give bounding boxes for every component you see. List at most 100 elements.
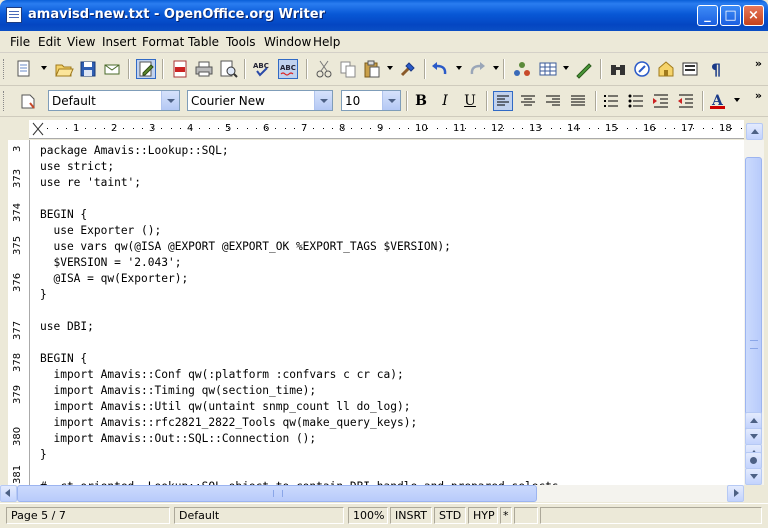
document-line[interactable]: package Amavis::Lookup::SQL; xyxy=(40,144,229,157)
scroll-left-icon[interactable] xyxy=(0,485,17,502)
undo-dropdown-arrow[interactable] xyxy=(456,66,462,70)
document-line[interactable]: $VERSION = '2.043'; xyxy=(40,256,181,269)
document-line[interactable]: import Amavis::Out::SQL::Connection (); xyxy=(40,432,316,445)
status-page-style[interactable]: Default xyxy=(174,507,344,524)
document-line[interactable]: BEGIN { xyxy=(40,352,87,365)
font-name-select[interactable]: Courier New xyxy=(187,90,333,111)
menu-help[interactable]: Help xyxy=(313,35,340,49)
title-bar[interactable]: amavisd-new.txt - OpenOffice.org Writer … xyxy=(0,0,768,31)
document-line[interactable]: import Amavis::Conf qw(:platform :confva… xyxy=(40,368,403,381)
open-folder-icon[interactable] xyxy=(54,59,74,79)
status-page[interactable]: Page 5 / 7 xyxy=(6,507,170,524)
autospellcheck-icon[interactable]: ABC xyxy=(278,59,298,79)
new-dropdown-arrow[interactable] xyxy=(41,66,47,70)
menu-view[interactable]: View xyxy=(67,35,95,49)
document-line[interactable]: use Exporter (); xyxy=(40,224,161,237)
datasources-icon[interactable] xyxy=(656,59,676,79)
navigator-icon[interactable] xyxy=(512,59,532,79)
writer-app-icon[interactable] xyxy=(6,7,22,23)
vertical-scroll-thumb[interactable] xyxy=(745,157,762,439)
copy-icon[interactable] xyxy=(338,59,358,79)
chevron-down-icon[interactable] xyxy=(161,91,179,110)
font-color-icon[interactable]: A xyxy=(708,91,728,111)
horizontal-scrollbar[interactable] xyxy=(0,485,744,502)
navigation-icon[interactable] xyxy=(745,452,762,469)
menu-insert[interactable]: Insert xyxy=(102,35,136,49)
edit-file-icon[interactable] xyxy=(136,59,156,79)
menu-format[interactable]: Format xyxy=(142,35,184,49)
styles-formatting-icon[interactable] xyxy=(18,91,38,111)
scroll-down-icon[interactable] xyxy=(745,428,762,445)
menu-edit[interactable]: Edit xyxy=(38,35,61,49)
spellcheck-icon[interactable]: ABC xyxy=(252,59,272,79)
page-preview-icon[interactable] xyxy=(218,59,238,79)
export-pdf-icon[interactable] xyxy=(170,59,190,79)
scroll-right-icon[interactable] xyxy=(727,485,744,502)
document-line[interactable]: BEGIN { xyxy=(40,208,87,221)
status-insert-mode[interactable]: INSRT xyxy=(390,507,432,524)
cut-icon[interactable] xyxy=(314,59,334,79)
document-page[interactable]: package Amavis::Lookup::SQL;use strict;u… xyxy=(30,140,744,485)
maximize-button[interactable]: □ xyxy=(720,5,741,26)
scroll-up-icon[interactable] xyxy=(746,123,763,140)
toolbar-overflow-chevron[interactable]: » xyxy=(755,89,762,102)
pilcrow-icon[interactable]: ¶ xyxy=(707,59,727,79)
status-selection-mode[interactable]: STD xyxy=(434,507,466,524)
print-icon[interactable] xyxy=(194,59,214,79)
scroll-up-icon[interactable] xyxy=(745,412,762,429)
field-shadings-icon[interactable] xyxy=(680,59,700,79)
align-right-icon[interactable] xyxy=(543,91,563,111)
chevron-down-icon[interactable] xyxy=(382,91,400,110)
document-line[interactable]: @ISA = qw(Exporter); xyxy=(40,272,188,285)
document-line[interactable]: } xyxy=(40,448,47,461)
minimize-button[interactable]: _ xyxy=(697,5,718,26)
increase-indent-icon[interactable] xyxy=(651,91,671,111)
paste-dropdown-arrow[interactable] xyxy=(387,66,393,70)
numbering-icon[interactable] xyxy=(601,91,621,111)
next-page-icon[interactable] xyxy=(745,468,762,485)
font-size-select[interactable]: 10 xyxy=(341,90,401,111)
tab-stop-icon[interactable] xyxy=(32,122,44,136)
new-document-icon[interactable] xyxy=(14,59,34,79)
redo-dropdown-arrow[interactable] xyxy=(493,66,499,70)
document-line[interactable]: use strict; xyxy=(40,160,114,173)
table-icon[interactable] xyxy=(538,59,558,79)
italic-button[interactable]: I xyxy=(435,91,455,111)
menu-tools[interactable]: Tools xyxy=(226,35,256,49)
horizontal-scroll-thumb[interactable] xyxy=(17,485,537,502)
save-icon[interactable] xyxy=(78,59,98,79)
bullets-icon[interactable] xyxy=(626,91,646,111)
gallery-icon[interactable] xyxy=(632,59,652,79)
toolbar-overflow-chevron[interactable]: » xyxy=(755,57,762,70)
document-line[interactable]: } xyxy=(40,288,47,301)
menu-table[interactable]: Table xyxy=(188,35,219,49)
close-button[interactable]: × xyxy=(743,5,764,26)
find-icon[interactable] xyxy=(608,59,628,79)
document-line[interactable]: import Amavis::Timing qw(section_time); xyxy=(40,384,316,397)
underline-button[interactable]: U xyxy=(460,91,480,111)
chevron-down-icon[interactable] xyxy=(314,91,332,110)
font-color-dropdown-arrow[interactable] xyxy=(734,98,740,102)
horizontal-ruler[interactable]: 123456789101112131415161718 xyxy=(29,120,744,139)
show-draw-icon[interactable] xyxy=(574,59,594,79)
toolbar-grip[interactable] xyxy=(3,59,7,79)
document-line[interactable]: use DBI; xyxy=(40,320,94,333)
menu-file[interactable]: File xyxy=(10,35,30,49)
document-line[interactable]: import Amavis::rfc2821_2822_Tools qw(mak… xyxy=(40,416,417,429)
redo-icon[interactable] xyxy=(467,59,487,79)
decrease-indent-icon[interactable] xyxy=(676,91,696,111)
menu-window[interactable]: Window xyxy=(264,35,311,49)
clone-formatting-icon[interactable] xyxy=(398,59,418,79)
vertical-ruler[interactable]: 3 373 374 375 376 377 378 379 380 381 xyxy=(8,140,30,485)
table-dropdown-arrow[interactable] xyxy=(563,66,569,70)
status-modified[interactable]: * xyxy=(500,507,512,524)
email-icon[interactable] xyxy=(102,59,122,79)
document-line[interactable]: import Amavis::Util qw(untaint snmp_coun… xyxy=(40,400,410,413)
paste-icon[interactable] xyxy=(362,59,382,79)
align-center-icon[interactable] xyxy=(518,91,538,111)
document-line[interactable]: use vars qw(@ISA @EXPORT @EXPORT_OK %EXP… xyxy=(40,240,450,253)
bold-button[interactable]: B xyxy=(411,91,431,111)
document-line[interactable]: use re 'taint'; xyxy=(40,176,141,189)
justify-icon[interactable] xyxy=(568,91,588,111)
status-zoom[interactable]: 100% xyxy=(348,507,388,524)
